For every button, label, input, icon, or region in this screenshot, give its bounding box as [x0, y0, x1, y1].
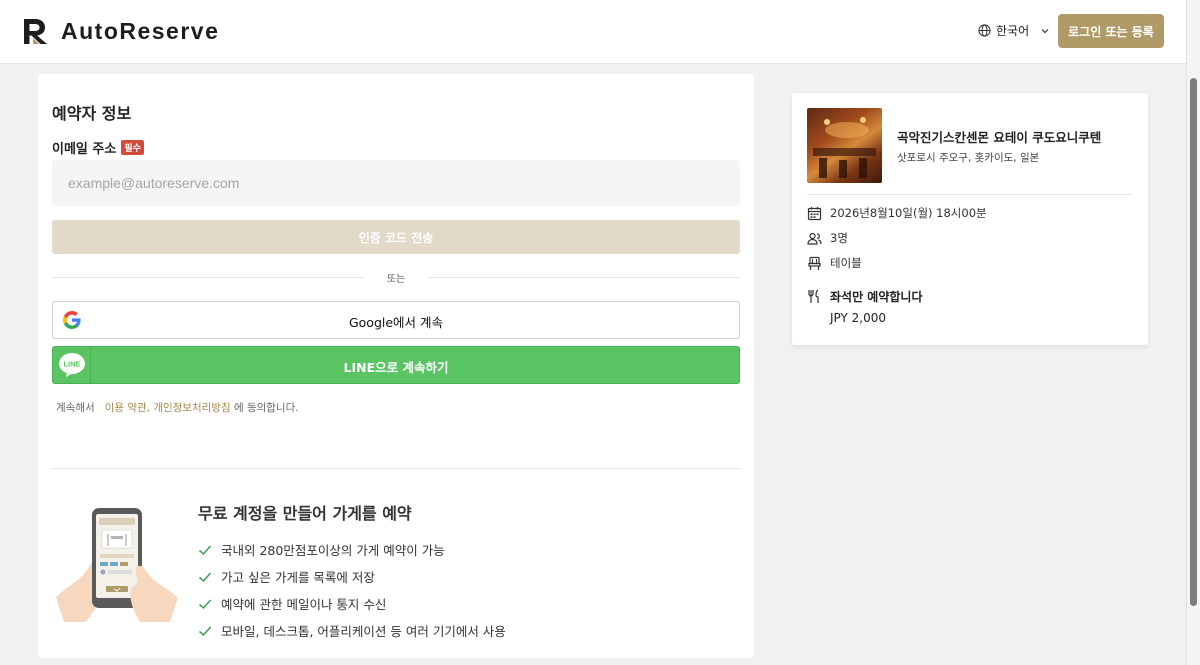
seat-type-row: 테이블: [807, 255, 862, 271]
globe-icon: [978, 24, 991, 37]
terms-notice: 계속해서 이용 약관, 개인정보처리방침 에 동의합니다.: [56, 400, 299, 415]
plan-price: JPY 2,000: [830, 311, 887, 325]
list-item: 예약에 관한 메일이나 통지 수신: [198, 590, 506, 617]
benefit-text: 모바일, 데스크톱, 어플리케이션 등 여러 기기에서 사용: [221, 624, 506, 639]
list-item: 모바일, 데스크톱, 어플리케이션 등 여러 기기에서 사용: [198, 617, 506, 644]
login-register-button[interactable]: 로그인 또는 등록: [1058, 14, 1164, 48]
restaurant-location: 삿포로시 주오구, 홋카이도, 일본: [897, 152, 1040, 164]
benefit-text: 예약에 관한 메일이나 통지 수신: [221, 597, 387, 612]
language-selector[interactable]: 한국어: [978, 22, 1051, 39]
scrollbar[interactable]: [1186, 0, 1200, 665]
scrollbar-thumb[interactable]: [1190, 78, 1197, 606]
booker-info-card: 예약자 정보 이메일 주소 필수 인증 코드 전송 또는 Google에서 계속…: [38, 74, 754, 658]
restaurant-name: 곡악진기스칸센몬 요테이 쿠도요니쿠텐: [897, 130, 1102, 145]
google-continue-button[interactable]: Google에서 계속: [52, 301, 740, 339]
required-badge: 필수: [121, 140, 144, 155]
list-item: 국내외 280만점포이상의 가게 예약이 가능: [198, 536, 506, 563]
divider-left: [52, 277, 364, 278]
reservation-summary-card: 곡악진기스칸센몬 요테이 쿠도요니쿠텐 삿포로시 주오구, 홋카이도, 일본 2…: [792, 93, 1148, 345]
terms-prefix: 계속해서: [56, 402, 95, 414]
top-header: AutoReserve 한국어 로그인 또는 등록: [0, 0, 1186, 64]
email-label-text: 이메일 주소: [52, 142, 117, 157]
restaurant-photo: [807, 108, 882, 183]
people-icon: [807, 232, 822, 245]
terms-of-service-link[interactable]: 이용 약관: [105, 402, 147, 414]
check-icon: [199, 626, 212, 636]
reservation-datetime-row: 2026년8월10일(월) 18시00분: [807, 205, 987, 221]
privacy-policy-link[interactable]: 개인정보처리방침: [153, 402, 230, 414]
chevron-down-icon: [1041, 28, 1049, 33]
benefits-list: 국내외 280만점포이상의 가게 예약이 가능 가고 싶은 가게를 목록에 저장…: [198, 536, 506, 644]
or-divider-text: 또는: [386, 274, 406, 285]
terms-suffix: 에 동의합니다.: [233, 402, 299, 414]
phone-illustration-icon: [56, 508, 178, 622]
language-label: 한국어: [996, 24, 1030, 38]
benefit-text: 가고 싶은 가게를 목록에 저장: [221, 570, 375, 585]
chair-icon: [808, 256, 821, 270]
party-size: 3명: [830, 231, 848, 245]
promo-title: 무료 계정을 만들어 가게를 예약: [198, 504, 412, 523]
list-item: 가고 싶은 가게를 목록에 저장: [198, 563, 506, 590]
check-icon: [199, 545, 212, 555]
utensils-icon: [808, 289, 819, 303]
google-button-label: Google에서 계속: [348, 315, 444, 330]
email-field[interactable]: [52, 160, 740, 206]
send-code-button[interactable]: 인증 코드 전송: [52, 220, 740, 254]
plan-row: 좌석만 예약합니다: [807, 288, 923, 305]
brand-logo[interactable]: AutoReserve: [22, 18, 219, 45]
logo-mark-icon: [24, 19, 47, 44]
divider-right: [428, 277, 740, 278]
section-title: 예약자 정보: [52, 104, 132, 123]
check-icon: [199, 572, 212, 582]
email-label: 이메일 주소 필수: [52, 138, 144, 157]
card-divider: [807, 194, 1133, 195]
check-icon: [199, 599, 212, 609]
seat-type: 테이블: [830, 256, 862, 270]
reservation-datetime: 2026년8월10일(월) 18시00분: [830, 206, 987, 220]
party-size-row: 3명: [807, 230, 848, 246]
line-continue-button[interactable]: LINE LINE으로 계속하기: [52, 346, 740, 384]
plan-title: 좌석만 예약합니다: [830, 290, 923, 304]
calendar-icon: [807, 206, 822, 220]
benefit-text: 국내외 280만점포이상의 가게 예약이 가능: [221, 543, 445, 558]
section-divider: [52, 468, 740, 469]
line-button-label: LINE으로 계속하기: [343, 360, 449, 375]
brand-name: AutoReserve: [61, 18, 220, 44]
